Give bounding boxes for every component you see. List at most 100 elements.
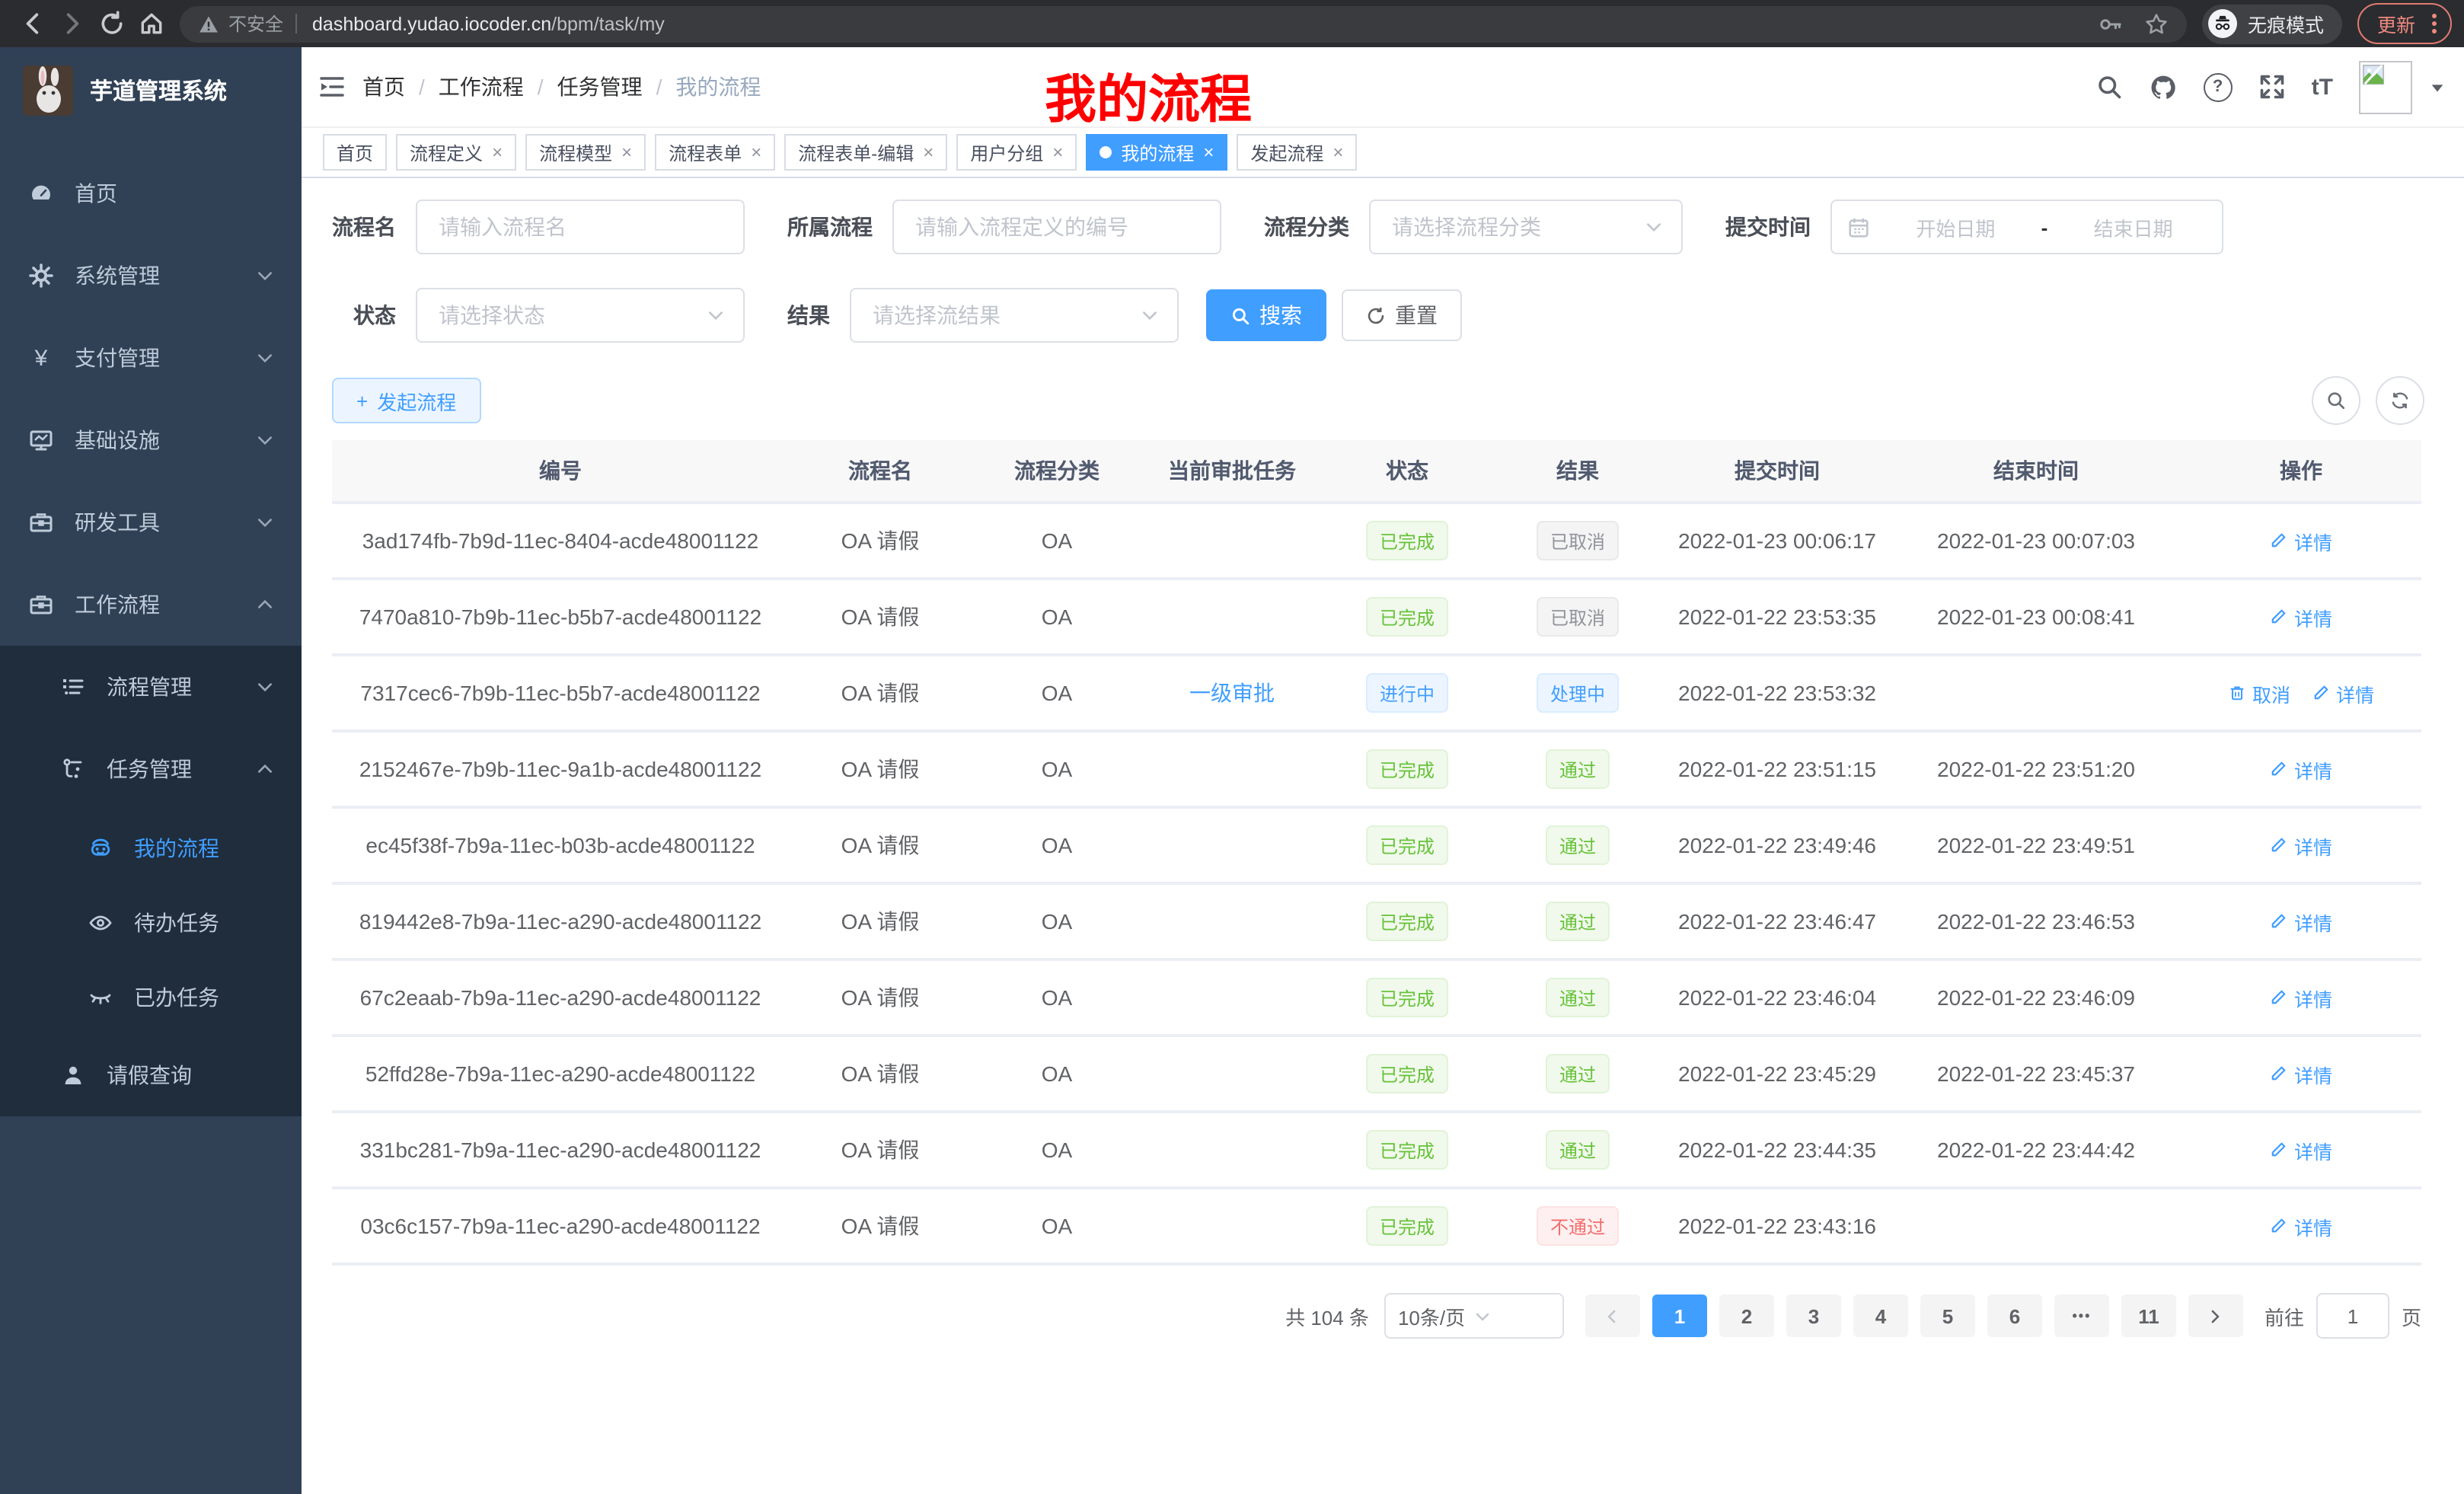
- close-icon[interactable]: ×: [1333, 142, 1343, 163]
- github-icon[interactable]: [2149, 72, 2178, 101]
- page-button[interactable]: 1: [1652, 1294, 1707, 1337]
- prev-page-icon[interactable]: [1585, 1294, 1640, 1337]
- detail-link[interactable]: 详情: [2270, 526, 2332, 555]
- breadcrumb-item[interactable]: 首页: [362, 72, 405, 102]
- goto-page-input[interactable]: [2316, 1293, 2389, 1339]
- submit-time-range-picker[interactable]: 开始日期 - 结束日期: [1830, 200, 2223, 254]
- breadcrumb-item[interactable]: 任务管理: [557, 72, 643, 102]
- url-text[interactable]: dashboard.yudao.iocoder.cn/bpm/task/my: [312, 13, 2080, 34]
- sidebar-item-workflow[interactable]: 工作流程: [0, 563, 302, 646]
- home-icon[interactable]: [131, 4, 171, 43]
- process-name-input[interactable]: [416, 200, 745, 254]
- address-bar[interactable]: 不安全 dashboard.yudao.iocoder.cn/bpm/task/…: [180, 5, 2187, 42]
- key-icon[interactable]: [2099, 11, 2123, 36]
- close-icon[interactable]: ×: [1203, 142, 1214, 163]
- total-count: 共 104 条: [1285, 1301, 1369, 1330]
- tab-process-form-edit[interactable]: 流程表单-编辑×: [784, 134, 947, 171]
- detail-link[interactable]: 详情: [2270, 1135, 2332, 1164]
- detail-link[interactable]: 详情: [2270, 907, 2332, 936]
- sidebar-item-task-mgmt[interactable]: 任务管理: [0, 728, 302, 810]
- tab-home[interactable]: 首页: [323, 134, 387, 171]
- close-icon[interactable]: ×: [751, 142, 761, 163]
- browser-menu-icon[interactable]: [2427, 14, 2441, 34]
- security-warning-icon[interactable]: [198, 13, 219, 34]
- tab-my-process[interactable]: 我的流程×: [1086, 134, 1227, 171]
- back-icon[interactable]: [12, 4, 52, 43]
- close-icon[interactable]: ×: [621, 142, 632, 163]
- date-separator: -: [2041, 215, 2048, 238]
- status-select[interactable]: [416, 288, 745, 343]
- page-button[interactable]: 11: [2121, 1294, 2176, 1337]
- reset-button[interactable]: 重置: [1342, 289, 1462, 341]
- current-task-link[interactable]: 一级审批: [1189, 681, 1275, 705]
- sidebar-item-system[interactable]: 系统管理: [0, 235, 302, 317]
- close-icon[interactable]: ×: [1052, 142, 1063, 163]
- detail-link[interactable]: 详情: [2270, 1211, 2332, 1240]
- page-button[interactable]: 5: [1920, 1294, 1975, 1337]
- detail-link[interactable]: 详情: [2270, 602, 2332, 631]
- page-button[interactable]: 4: [1853, 1294, 1908, 1337]
- forward-icon[interactable]: [52, 4, 91, 43]
- search-button[interactable]: 搜索: [1206, 289, 1326, 341]
- process-definition-input[interactable]: [892, 200, 1221, 254]
- sidebar-item-home[interactable]: 首页: [0, 152, 302, 235]
- more-pages-icon[interactable]: •••: [2054, 1294, 2109, 1337]
- help-icon[interactable]: ?: [2204, 72, 2233, 101]
- calendar-icon: [1847, 215, 1870, 238]
- status-badge: 已完成: [1366, 825, 1448, 865]
- table-search-icon[interactable]: [2312, 376, 2360, 425]
- tab-user-group[interactable]: 用户分组×: [956, 134, 1077, 171]
- sidebar-item-infrastructure[interactable]: 基础设施: [0, 399, 302, 481]
- process-category-select[interactable]: [1369, 200, 1683, 254]
- font-size-icon[interactable]: tT: [2312, 74, 2333, 100]
- status-label: 状态: [353, 300, 396, 330]
- sidebar-item-payment[interactable]: ¥ 支付管理: [0, 317, 302, 399]
- tab-process-form[interactable]: 流程表单×: [655, 134, 775, 171]
- detail-link[interactable]: 详情: [2270, 755, 2332, 784]
- page-button[interactable]: 6: [1987, 1294, 2042, 1337]
- fullscreen-icon[interactable]: [2258, 73, 2286, 101]
- tabs-bar: 首页 流程定义× 流程模型× 流程表单× 流程表单-编辑× 用户分组× 我的流程…: [302, 128, 2464, 178]
- sidebar-item-my-process[interactable]: 我的流程: [0, 810, 302, 885]
- process-table: 编号 流程名 流程分类 当前审批任务 状态 结果 提交时间 结束时间 操作: [332, 440, 2421, 1266]
- detail-link[interactable]: 详情: [2270, 831, 2332, 860]
- page-size-select[interactable]: 10条/页: [1384, 1293, 1564, 1339]
- breadcrumb-item[interactable]: 工作流程: [439, 72, 524, 102]
- plus-icon: +: [356, 389, 368, 412]
- sidebar-toggle-icon[interactable]: [302, 47, 362, 126]
- update-button[interactable]: 更新: [2357, 3, 2452, 44]
- browser-toolbar: 不安全 dashboard.yudao.iocoder.cn/bpm/task/…: [0, 0, 2464, 47]
- search-icon[interactable]: [2095, 73, 2123, 101]
- sidebar-item-done-tasks[interactable]: 已办任务: [0, 959, 302, 1034]
- reload-icon[interactable]: [91, 4, 131, 43]
- detail-link[interactable]: 详情: [2270, 1059, 2332, 1088]
- table-refresh-icon[interactable]: [2376, 376, 2424, 425]
- security-label: 不安全: [228, 11, 283, 37]
- next-page-icon[interactable]: [2188, 1294, 2243, 1337]
- bookmark-star-icon[interactable]: [2144, 11, 2169, 36]
- chevron-down-icon: [256, 267, 274, 285]
- cancel-link[interactable]: 取消: [2228, 678, 2290, 707]
- page-button[interactable]: 2: [1719, 1294, 1774, 1337]
- dashboard-icon: [29, 181, 53, 206]
- result-select[interactable]: [850, 288, 1179, 343]
- tab-start-process[interactable]: 发起流程×: [1237, 134, 1357, 171]
- sidebar-item-devtools[interactable]: 研发工具: [0, 481, 302, 563]
- page-button[interactable]: 3: [1786, 1294, 1841, 1337]
- close-icon[interactable]: ×: [492, 142, 503, 163]
- avatar-caret-icon[interactable]: [2429, 78, 2446, 95]
- detail-link[interactable]: 详情: [2312, 678, 2374, 707]
- sidebar-item-leave-query[interactable]: 请假查询: [0, 1034, 302, 1116]
- tab-process-definition[interactable]: 流程定义×: [396, 134, 516, 171]
- sidebar-item-todo-tasks[interactable]: 待办任务: [0, 885, 302, 959]
- breadcrumb-current: 我的流程: [675, 72, 761, 102]
- chevron-down-icon: [256, 431, 274, 449]
- close-icon[interactable]: ×: [923, 142, 934, 163]
- breadcrumb: 首页 / 工作流程 / 任务管理 / 我的流程: [362, 72, 761, 102]
- detail-link[interactable]: 详情: [2270, 983, 2332, 1012]
- tab-process-model[interactable]: 流程模型×: [525, 134, 646, 171]
- create-process-button[interactable]: + 发起流程: [332, 378, 480, 423]
- app-logo[interactable]: 芋道管理系统: [0, 47, 302, 131]
- avatar[interactable]: [2359, 60, 2412, 113]
- sidebar-item-process-mgmt[interactable]: 流程管理: [0, 646, 302, 728]
